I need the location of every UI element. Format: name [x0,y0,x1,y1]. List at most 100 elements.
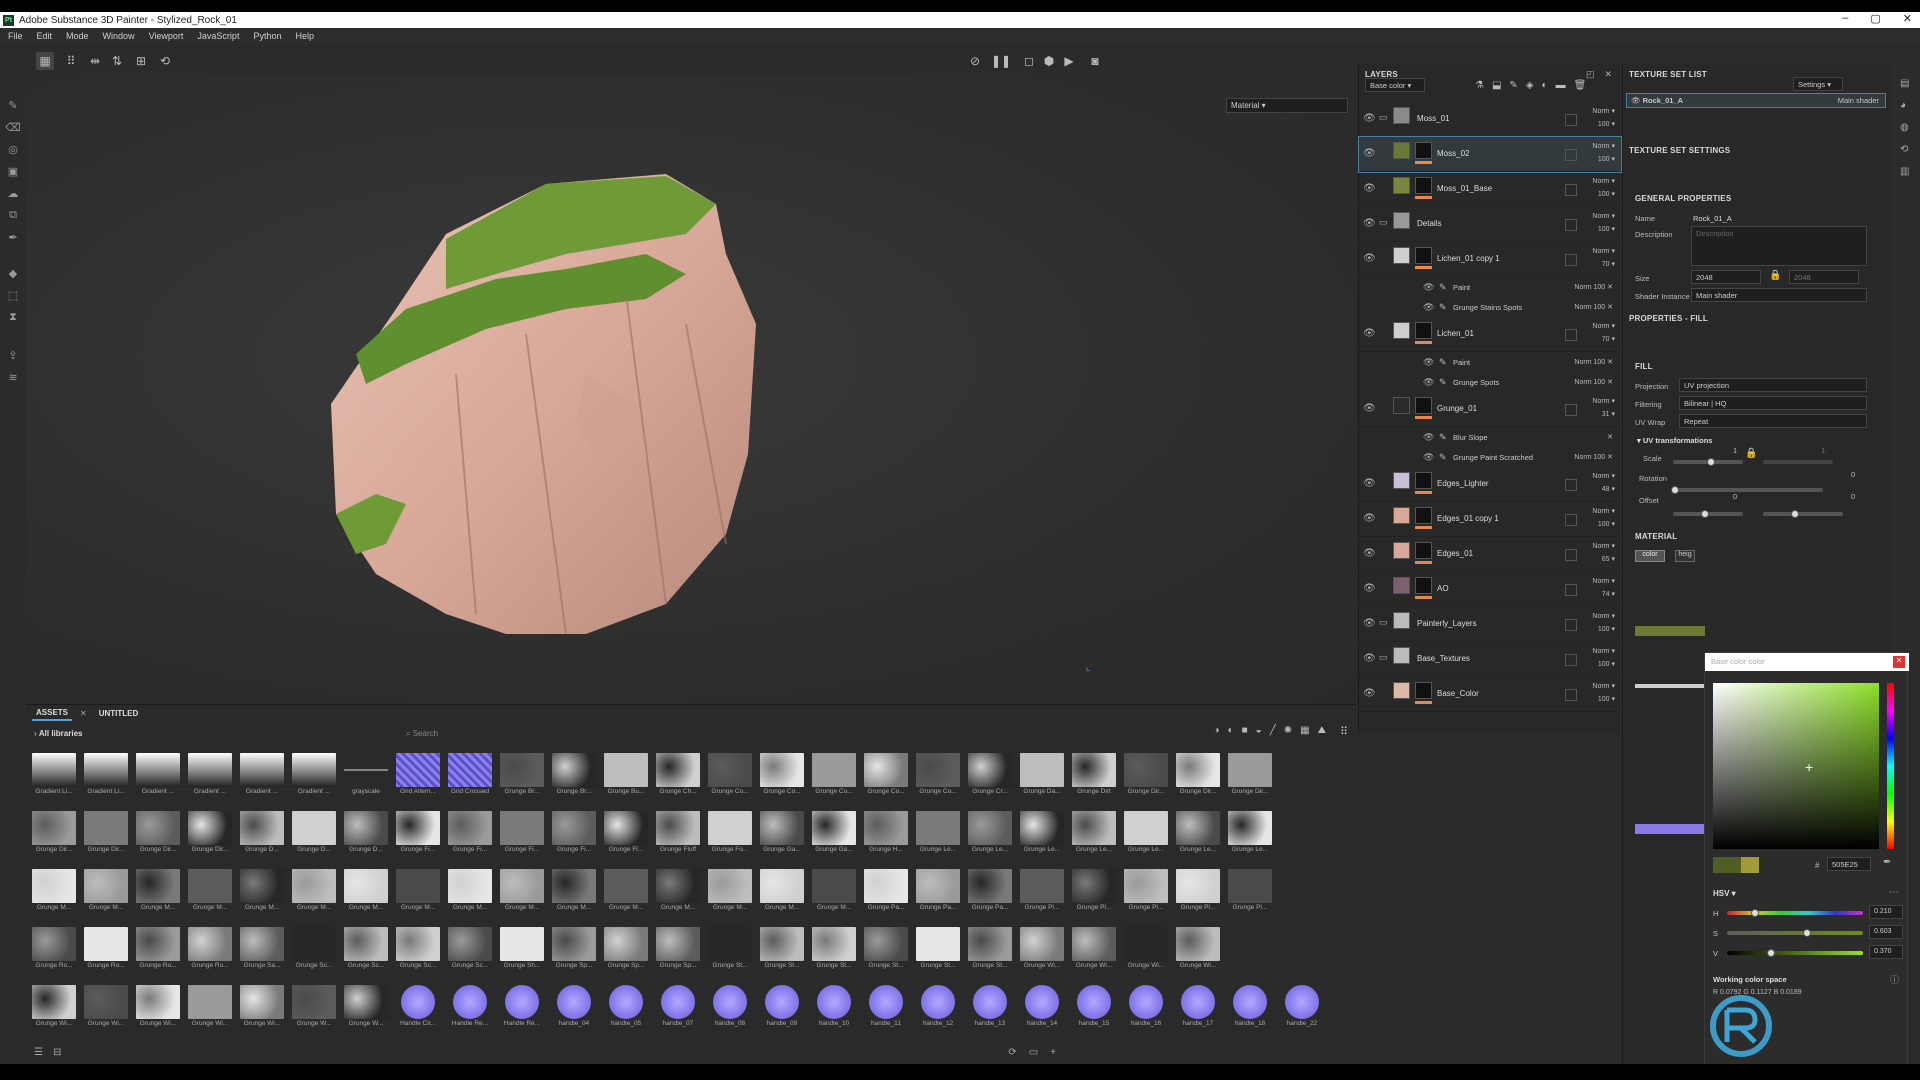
menu-viewport[interactable]: Viewport [149,31,184,41]
layer-row[interactable]: 👁 Lichen_01 copy 1 Norm ▾ 70 ▾ [1359,242,1621,277]
bake-icon[interactable]: ⧗ [6,310,20,324]
asset-tile[interactable]: Grid Altern... [396,753,440,797]
offset-slider-2[interactable] [1763,512,1843,516]
asset-tile[interactable]: Grunge Pa... [968,869,1012,913]
add-folder-icon[interactable]: ▬ [1556,80,1566,91]
normal-swatch[interactable] [1635,824,1705,834]
asset-tile[interactable]: Gradient ... [136,753,180,797]
picker-crosshair-icon[interactable]: + [1805,759,1813,775]
name-value[interactable]: Rock_01_A [1693,214,1732,223]
layer-mask-thumbnail[interactable] [1415,322,1432,339]
uv-wrap-select[interactable]: Repeat [1679,414,1867,428]
library-selector[interactable]: › All libraries [34,729,82,738]
asset-tile[interactable]: Handle Cir... [396,985,440,1029]
menu-file[interactable]: File [8,31,23,41]
tab-assets[interactable]: ASSETS [32,706,73,721]
base-color-swatch[interactable] [1635,626,1705,636]
layer-mask-thumbnail[interactable] [1415,177,1432,194]
asset-tile[interactable]: Grunge St... [968,927,1012,971]
asset-tile[interactable]: Grunge D... [292,811,336,855]
paint-brush-icon[interactable]: ✎ [6,98,20,112]
layer-name[interactable]: Moss_02 [1437,149,1469,158]
asset-tile[interactable]: handle_13 [968,985,1012,1029]
asset-tile[interactable]: Grunge M... [396,869,440,913]
more-options-icon[interactable]: ⋯ [1889,887,1899,898]
h-value[interactable]: 0.210 [1869,905,1903,919]
asset-tile[interactable]: Grunge M... [604,869,648,913]
roughness-bar[interactable] [1635,684,1705,688]
scale-slider-handle[interactable] [1707,458,1715,466]
layer-checkbox[interactable] [1565,404,1577,416]
layer-row[interactable]: 👁 AO Norm ▾ 74 ▾ [1359,572,1621,607]
layer-name[interactable]: Details [1417,219,1441,228]
filter-brush-icon[interactable]: ╱ [1270,725,1276,736]
polygon-fill-icon[interactable]: ◆ [6,266,20,280]
eye-icon[interactable]: 👁 [1423,377,1434,388]
asset-tile[interactable]: Grunge Co... [708,753,752,797]
asset-tile[interactable]: Grunge Fo... [708,811,752,855]
asset-tile[interactable]: Handle Re... [500,985,544,1029]
menu-window[interactable]: Window [103,31,135,41]
scale-slider-2[interactable] [1763,460,1833,464]
rotation-slider-handle[interactable] [1671,486,1679,494]
folder-icon[interactable]: ▭ [1379,112,1388,123]
picker-close-icon[interactable]: ✕ [1893,656,1905,668]
add-paint-layer-icon[interactable]: ✎ [1509,80,1517,91]
rotation-slider[interactable] [1673,488,1823,492]
asset-tile[interactable]: Grunge Sc... [396,927,440,971]
layer-name[interactable]: Edges_Lighter [1437,479,1489,488]
v-value[interactable]: 0.370 [1869,945,1903,959]
menu-javascript[interactable]: JavaScript [197,31,239,41]
blend-opacity[interactable]: Norm ▾ 100 ▾ [1592,175,1615,201]
layer-mask-thumbnail[interactable] [1415,682,1432,699]
layer-row[interactable]: 👁 Moss_02 Norm ▾ 100 ▾ [1358,136,1622,173]
menu-help[interactable]: Help [295,31,314,41]
asset-tile[interactable]: Grunge Co... [812,753,856,797]
asset-tile[interactable]: Grunge Sp... [656,927,700,971]
assets-search-input[interactable]: ⌕ Search [402,725,902,741]
layer-checkbox[interactable] [1565,184,1577,196]
shader-instance-select[interactable]: Main shader [1691,288,1867,302]
asset-tile[interactable]: handle_11 [864,985,908,1029]
layer-checkbox[interactable] [1565,514,1577,526]
filter-texture-icon[interactable]: ▦ [1300,725,1309,736]
asset-tile[interactable]: Grunge W... [344,985,388,1029]
hue-strip[interactable] [1887,683,1894,849]
asset-tile[interactable]: Grunge M... [448,869,492,913]
layer-row[interactable]: 👁 Moss_01_Base Norm ▾ 100 ▾ [1359,172,1621,207]
color-mode-select[interactable]: HSV ▾ [1713,889,1736,898]
asset-tile[interactable]: Grunge Co... [760,753,804,797]
blend-opacity[interactable]: Norm ▾ 100 ▾ [1592,680,1615,706]
asset-tile[interactable]: Grunge Le... [916,811,960,855]
eye-icon[interactable]: 👁 [1363,113,1376,124]
maximize-icon[interactable]: ▢ [1870,12,1880,25]
asset-tile[interactable]: Grunge Dir... [32,811,76,855]
select-icon[interactable]: ⬚ [6,288,20,302]
size-select[interactable]: 2048 [1691,270,1761,284]
camera-icon[interactable]: ▶ [1060,52,1078,70]
eye-icon[interactable]: 👁 [1363,478,1376,489]
grid-size-icon[interactable]: ⠿ [1340,725,1348,738]
asset-tile[interactable]: Grunge M... [240,869,284,913]
channel-select[interactable]: Base color ▾ [1365,78,1425,92]
rotation-value[interactable]: 0 [1851,470,1855,479]
asset-tile[interactable]: Grunge Ro... [84,927,128,971]
effect-blend[interactable]: ✕ [1607,433,1613,441]
asset-tile[interactable]: Grunge Sp... [552,927,596,971]
asset-tile[interactable]: Grunge Fi... [396,811,440,855]
eye-icon[interactable]: 👁 [1363,548,1376,559]
asset-tile[interactable]: handle_05 [604,985,648,1029]
texture-set-icon[interactable]: ▤ [1900,78,1909,89]
effect-blend[interactable]: Norm 100 ✕ [1574,453,1613,461]
s-slider-handle[interactable] [1803,929,1811,937]
history-panel-icon[interactable]: ⟲ [1900,144,1908,155]
asset-tile[interactable]: Grunge Pl... [1228,869,1272,913]
tree-view-icon[interactable]: ⊟ [53,1047,61,1058]
layer-name[interactable]: Edges_01 [1437,549,1473,558]
asset-tile[interactable]: Grunge Ro... [32,927,76,971]
asset-tile[interactable]: Grunge Pl... [1020,869,1064,913]
3d-viewport[interactable]: ⌞ [26,74,1356,702]
effect-row[interactable]: 👁 ✎ Grunge Paint Scratched Norm 100 ✕ [1359,447,1621,467]
effect-name[interactable]: Paint [1453,358,1470,367]
effect-row[interactable]: 👁 ✎ Blur Slope ✕ [1359,427,1621,447]
